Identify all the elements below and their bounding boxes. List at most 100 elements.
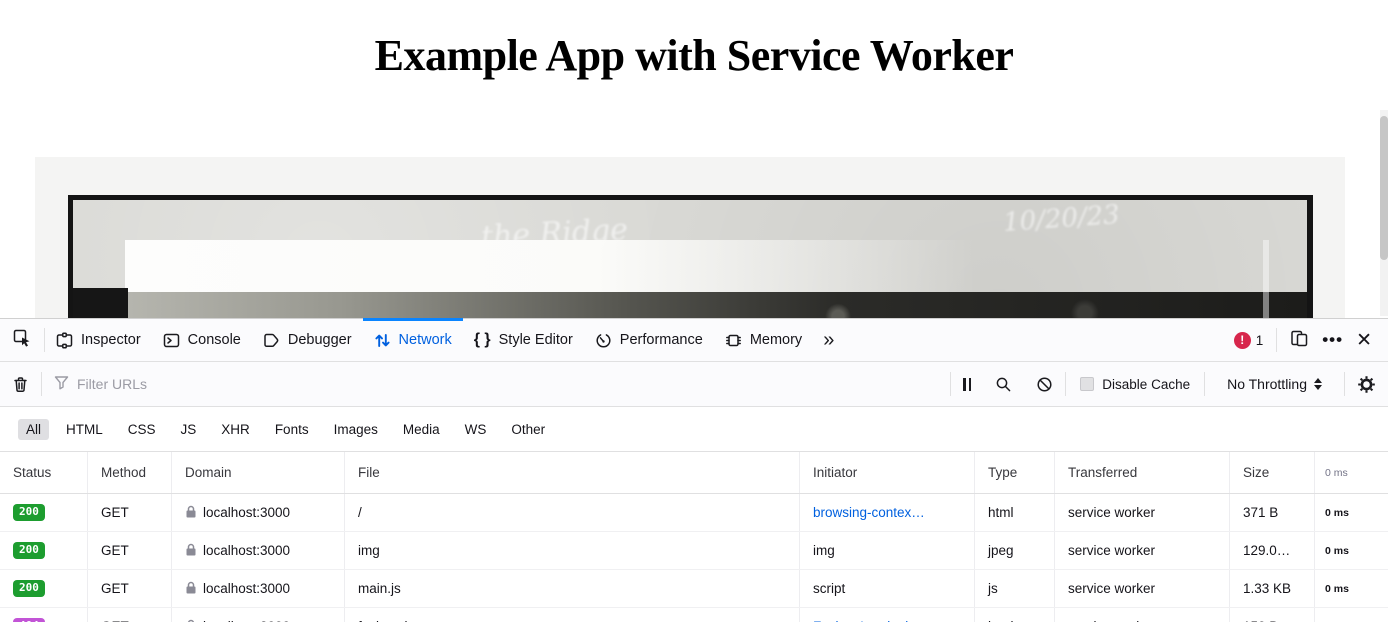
column-header-transferred[interactable]: Transferred: [1055, 452, 1230, 493]
filter-images[interactable]: Images: [326, 419, 386, 440]
column-header-file[interactable]: File: [345, 452, 800, 493]
transferred-cell: service worker: [1055, 608, 1230, 622]
tab-label: Network: [399, 332, 452, 348]
service-worker-demo-image: the Ridge 10/20/23: [35, 157, 1345, 318]
status-badge: 200: [13, 504, 45, 520]
column-header-initiator[interactable]: Initiator: [800, 452, 975, 493]
filter-html[interactable]: HTML: [58, 419, 111, 440]
devtools-menu-button[interactable]: •••: [1322, 330, 1343, 350]
request-type-filters: All HTML CSS JS XHR Fonts Images Media W…: [0, 407, 1388, 452]
style-editor-icon: { }: [474, 331, 491, 349]
timing-cell: 0 ms: [1315, 494, 1388, 531]
tab-debugger[interactable]: Debugger: [252, 319, 363, 361]
network-icon: [374, 332, 391, 349]
column-header-status[interactable]: Status: [0, 452, 88, 493]
block-requests-button[interactable]: [1024, 362, 1065, 406]
file-cell: favicon.ico: [345, 608, 800, 622]
pause-traffic-button[interactable]: [951, 362, 983, 406]
lock-icon: [185, 619, 197, 622]
tab-console[interactable]: Console: [152, 319, 252, 361]
responsive-design-mode-button[interactable]: [1290, 329, 1309, 351]
tab-label: Console: [188, 332, 241, 348]
tab-inspector[interactable]: Inspector: [45, 319, 152, 361]
status-badge: 200: [13, 580, 45, 596]
column-header-timeline[interactable]: 0 ms: [1315, 452, 1388, 493]
filter-urls-box: [42, 375, 950, 393]
domain-cell: localhost:3000: [203, 543, 290, 558]
request-row[interactable]: 200 GET localhost:3000 main.js script js…: [0, 570, 1388, 608]
tab-network[interactable]: Network: [363, 319, 463, 361]
throttling-dropdown[interactable]: No Throttling: [1205, 376, 1344, 392]
network-settings-button[interactable]: [1345, 362, 1388, 406]
page-title: Example App with Service Worker: [0, 30, 1388, 81]
page-scrollbar-thumb[interactable]: [1380, 116, 1388, 260]
initiator-cell: img: [800, 532, 975, 569]
initiator-link[interactable]: FaviconLoader.js…: [800, 608, 975, 622]
photo-white-strip: [125, 240, 1307, 298]
timing-cell: 0 ms: [1315, 570, 1388, 607]
transferred-cell: service worker: [1055, 494, 1230, 531]
size-cell: 1.33 KB: [1230, 570, 1315, 607]
tab-performance[interactable]: Performance: [584, 319, 714, 361]
search-requests-button[interactable]: [983, 362, 1024, 406]
pause-icon: [963, 378, 971, 391]
column-header-type[interactable]: Type: [975, 452, 1055, 493]
tab-memory[interactable]: Memory: [714, 319, 813, 361]
filter-ws[interactable]: WS: [457, 419, 495, 440]
pick-element-button[interactable]: [0, 319, 44, 361]
photo-content: the Ridge 10/20/23: [68, 195, 1313, 318]
filter-fonts[interactable]: Fonts: [267, 419, 317, 440]
column-header-domain[interactable]: Domain: [172, 452, 345, 493]
file-cell: /: [345, 494, 800, 531]
method-cell: GET: [88, 532, 172, 569]
performance-icon: [595, 332, 612, 349]
timing-cell: 0 ms: [1315, 532, 1388, 569]
filter-urls-input[interactable]: [77, 376, 950, 392]
disable-cache-control[interactable]: Disable Cache: [1066, 377, 1204, 392]
filter-all[interactable]: All: [18, 419, 49, 440]
disable-cache-checkbox[interactable]: [1080, 377, 1094, 391]
tab-overflow-button[interactable]: »: [813, 329, 844, 352]
type-cell: jpeg: [975, 532, 1055, 569]
filter-css[interactable]: CSS: [120, 419, 164, 440]
filter-xhr[interactable]: XHR: [213, 419, 258, 440]
timing-cell: 0 ms: [1315, 608, 1388, 622]
domain-cell: localhost:3000: [203, 581, 290, 596]
page-scrollbar[interactable]: [1380, 110, 1388, 316]
request-row[interactable]: 200 GET localhost:3000 img img jpeg serv…: [0, 532, 1388, 570]
request-row[interactable]: 404 GET localhost:3000 favicon.ico Favic…: [0, 608, 1388, 622]
pick-element-icon: [13, 329, 32, 351]
domain-cell: localhost:3000: [203, 505, 290, 520]
size-cell: 371 B: [1230, 494, 1315, 531]
lock-icon: [185, 543, 197, 559]
request-row[interactable]: 200 GET localhost:3000 / browsing-contex…: [0, 494, 1388, 532]
throttling-value: No Throttling: [1227, 376, 1307, 392]
type-cell: js: [975, 570, 1055, 607]
initiator-cell: script: [800, 570, 975, 607]
file-cell: img: [345, 532, 800, 569]
method-cell: GET: [88, 608, 172, 622]
error-count-button[interactable]: ! 1: [1234, 332, 1264, 349]
filter-other[interactable]: Other: [503, 419, 553, 440]
method-cell: GET: [88, 570, 172, 607]
status-badge: 404: [13, 618, 45, 622]
column-header-size[interactable]: Size: [1230, 452, 1315, 493]
filter-js[interactable]: JS: [173, 419, 205, 440]
funnel-icon: [54, 375, 69, 393]
tab-label: Memory: [750, 332, 802, 348]
error-count: 1: [1256, 333, 1264, 348]
photo-corner-block: [73, 288, 128, 318]
close-devtools-button[interactable]: ✕: [1356, 329, 1372, 352]
tabbar-right-controls: ! 1 ••• ✕: [1234, 328, 1388, 352]
size-cell: 150 B: [1230, 608, 1315, 622]
devtools-tabbar: Inspector Console Debugger: [0, 319, 1388, 362]
clear-requests-button[interactable]: [0, 362, 41, 406]
column-header-method[interactable]: Method: [88, 452, 172, 493]
photo-dark-band: [73, 292, 1307, 318]
type-cell: html: [975, 608, 1055, 622]
initiator-link[interactable]: browsing-contex…: [800, 494, 975, 531]
filter-media[interactable]: Media: [395, 419, 448, 440]
tab-style-editor[interactable]: { } Style Editor: [463, 319, 584, 361]
disable-cache-label: Disable Cache: [1102, 377, 1190, 392]
debugger-icon: [263, 332, 280, 349]
